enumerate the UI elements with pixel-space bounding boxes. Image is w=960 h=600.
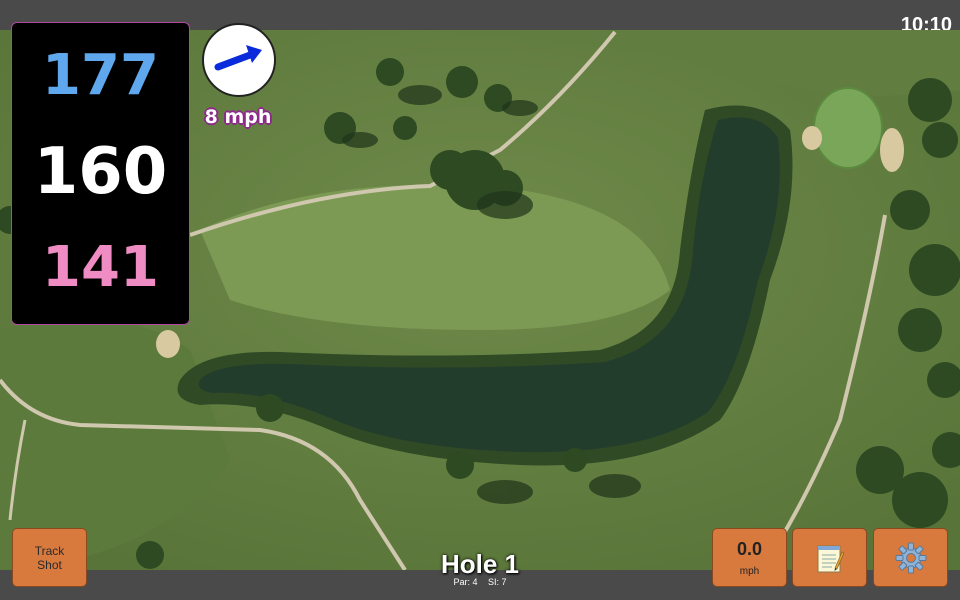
- yardage-panel[interactable]: 177 160 141: [11, 22, 190, 325]
- track-shot-label-line1: Track: [34, 543, 65, 558]
- hole-stroke-index: SI: 7: [488, 577, 507, 587]
- track-shot-button[interactable]: Track Shot: [12, 528, 87, 587]
- wind-direction-arrow-icon: [214, 45, 262, 71]
- map-green: [813, 87, 883, 169]
- hole-title: Hole 1: [440, 549, 520, 579]
- map-bunker-3: [156, 330, 180, 358]
- notes-button[interactable]: [792, 528, 867, 587]
- hole-info: Par: 4 SI: 7: [420, 577, 540, 587]
- track-shot-label-line2: Shot: [37, 557, 62, 572]
- wind-speed-label: 8 mph: [204, 106, 272, 128]
- speed-value: 0.0: [736, 538, 763, 559]
- speed-unit: mph: [739, 565, 760, 577]
- map-bunker-1: [880, 128, 904, 172]
- settings-button[interactable]: [873, 528, 948, 587]
- front-yardage: 141: [42, 235, 159, 300]
- speed-button[interactable]: 0.0 mph: [712, 528, 787, 587]
- gear-icon: [895, 542, 926, 573]
- wind-indicator[interactable]: [202, 23, 276, 97]
- back-yardage: 177: [42, 43, 159, 108]
- middle-yardage: 160: [33, 135, 168, 209]
- map-bunker-2: [802, 126, 822, 150]
- hole-par: Par: 4: [453, 577, 478, 587]
- notepad-icon: [817, 545, 844, 572]
